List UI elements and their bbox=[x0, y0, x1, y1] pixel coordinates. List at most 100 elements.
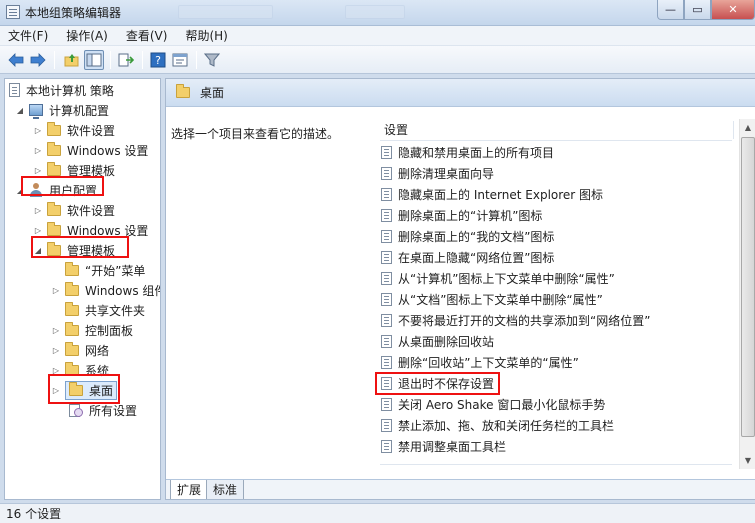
setting-row[interactable]: 隐藏桌面上的 Internet Explorer 图标 bbox=[381, 184, 603, 205]
tree-node-start-menu[interactable]: “开始”菜单 bbox=[51, 261, 145, 279]
folder-icon bbox=[176, 84, 190, 98]
folder-icon bbox=[65, 301, 79, 316]
setting-row[interactable]: 禁止添加、拖、放和关闭任务栏的工具栏 bbox=[381, 415, 614, 436]
blurred-taskbar-item bbox=[345, 5, 405, 19]
up-level-button[interactable] bbox=[62, 50, 82, 70]
tree-node-network[interactable]: ▷ 网络 bbox=[51, 341, 109, 359]
tree-node-desktop[interactable]: ▷ 桌面 bbox=[51, 380, 118, 400]
properties-button[interactable] bbox=[170, 50, 190, 70]
menu-action[interactable]: 操作(A) bbox=[64, 26, 110, 45]
tree-label: 软件设置 bbox=[67, 203, 116, 218]
forward-button[interactable] bbox=[28, 50, 48, 70]
tree-node-uc-admin[interactable]: ◢ 管理模板 bbox=[33, 241, 115, 259]
collapsed-arrow-icon[interactable]: ▷ bbox=[51, 286, 61, 295]
vertical-scrollbar[interactable]: ▲ ▼ bbox=[739, 119, 755, 469]
policy-setting-icon bbox=[381, 146, 392, 159]
setting-label: 删除桌面上的“我的文档”图标 bbox=[398, 230, 555, 244]
folder-icon bbox=[47, 221, 61, 236]
setting-row[interactable]: 从“文档”图标上下文菜单中删除“属性” bbox=[381, 289, 603, 310]
folder-icon bbox=[47, 201, 61, 216]
setting-row[interactable]: 删除桌面上的“我的文档”图标 bbox=[381, 226, 554, 247]
menu-bar: 文件(F) 操作(A) 查看(V) 帮助(H) bbox=[0, 26, 755, 46]
tree-node-system[interactable]: ▷ 系统 bbox=[51, 361, 109, 379]
collapsed-arrow-icon[interactable]: ▷ bbox=[51, 386, 61, 395]
setting-row[interactable]: 删除“回收站”上下文菜单的“属性” bbox=[381, 352, 579, 373]
description-text: 选择一个项目来查看它的描述。 bbox=[171, 127, 340, 141]
collapsed-arrow-icon[interactable]: ▷ bbox=[33, 166, 43, 175]
setting-label: 隐藏桌面上的 Internet Explorer 图标 bbox=[398, 188, 604, 202]
tree-label: 所有设置 bbox=[89, 403, 138, 418]
tree-node-control-panel[interactable]: ▷ 控制面板 bbox=[51, 321, 133, 339]
close-button[interactable]: ✕ bbox=[711, 0, 755, 20]
expanded-arrow-icon[interactable]: ◢ bbox=[33, 246, 43, 255]
expanded-arrow-icon[interactable]: ◢ bbox=[15, 106, 25, 115]
tree-node-computer-config[interactable]: ◢ 计算机配置 bbox=[15, 101, 109, 119]
show-hide-tree-button[interactable] bbox=[84, 50, 104, 70]
menu-file[interactable]: 文件(F) bbox=[6, 26, 50, 45]
tab-standard[interactable]: 标准 bbox=[206, 480, 245, 499]
policy-setting-icon bbox=[381, 419, 392, 432]
minimize-button[interactable]: — bbox=[657, 0, 684, 20]
collapsed-arrow-icon[interactable]: ▷ bbox=[33, 206, 43, 215]
setting-label: 删除“回收站”上下文菜单的“属性” bbox=[398, 356, 579, 370]
filter-button[interactable] bbox=[202, 50, 222, 70]
folder-icon bbox=[65, 341, 79, 356]
help-icon: ? bbox=[150, 52, 166, 68]
setting-row[interactable]: 禁用调整桌面工具栏 bbox=[381, 436, 506, 457]
tree-node-all-settings[interactable]: 所有设置 bbox=[69, 401, 137, 419]
tree-node-cc-admin[interactable]: ▷ 管理模板 bbox=[33, 161, 115, 179]
setting-row[interactable]: 从“计算机”图标上下文菜单中删除“属性” bbox=[381, 268, 615, 289]
folder-icon bbox=[47, 161, 61, 176]
scroll-thumb[interactable] bbox=[741, 137, 755, 437]
back-button[interactable] bbox=[6, 50, 26, 70]
setting-row[interactable]: 不要将最近打开的文档的共享添加到“网络位置” bbox=[381, 310, 650, 331]
setting-label: 删除清理桌面向导 bbox=[398, 167, 495, 181]
title-bar: 本地组策略编辑器 — ▭ ✕ bbox=[0, 0, 755, 26]
expanded-arrow-icon[interactable]: ◢ bbox=[15, 186, 25, 195]
policy-setting-icon bbox=[381, 209, 392, 222]
tree-label: 系统 bbox=[85, 363, 110, 378]
tree-node-uc-software[interactable]: ▷ 软件设置 bbox=[33, 201, 115, 219]
collapsed-arrow-icon[interactable]: ▷ bbox=[33, 146, 43, 155]
folder-icon bbox=[47, 141, 61, 156]
setting-row[interactable]: 删除桌面上的“计算机”图标 bbox=[381, 205, 542, 226]
tree-node-cc-software[interactable]: ▷ 软件设置 bbox=[33, 121, 115, 139]
collapsed-arrow-icon[interactable]: ▷ bbox=[51, 346, 61, 355]
scroll-up-icon[interactable]: ▲ bbox=[740, 119, 755, 136]
collapsed-arrow-icon[interactable]: ▷ bbox=[33, 126, 43, 135]
menu-view[interactable]: 查看(V) bbox=[124, 26, 170, 45]
setting-row[interactable]: 在桌面上隐藏“网络位置”图标 bbox=[381, 247, 554, 268]
tree-label: Windows 设置 bbox=[67, 143, 149, 158]
policy-setting-icon bbox=[381, 272, 392, 285]
setting-row[interactable]: 隐藏和禁用桌面上的所有项目 bbox=[381, 142, 554, 163]
details-pane: 桌面 选择一个项目来查看它的描述。 设置 隐藏和禁用桌面上的所有项目 删除清理桌… bbox=[165, 78, 755, 500]
column-header-setting[interactable]: 设置 bbox=[380, 119, 734, 141]
collapsed-arrow-icon[interactable]: ▷ bbox=[51, 326, 61, 335]
list-bottom-border bbox=[380, 464, 732, 465]
tree-node-shared-folders[interactable]: 共享文件夹 bbox=[51, 301, 145, 319]
settings-list: 设置 隐藏和禁用桌面上的所有项目 删除清理桌面向导 隐藏桌面上的 Interne… bbox=[372, 107, 755, 479]
menu-help[interactable]: 帮助(H) bbox=[183, 26, 229, 45]
console-tree-icon bbox=[86, 53, 102, 67]
tree-node-uc-windows[interactable]: ▷ Windows 设置 bbox=[33, 221, 148, 239]
collapsed-arrow-icon[interactable]: ▷ bbox=[33, 226, 43, 235]
tree-node-windows-components[interactable]: ▷ Windows 组件 bbox=[51, 281, 160, 299]
setting-label: 隐藏和禁用桌面上的所有项目 bbox=[398, 146, 555, 160]
help-button[interactable]: ? bbox=[148, 50, 168, 70]
details-header-title: 桌面 bbox=[200, 86, 225, 100]
toolbar-separator bbox=[142, 51, 143, 69]
setting-row[interactable]: 从桌面删除回收站 bbox=[381, 331, 494, 352]
all-settings-icon bbox=[69, 403, 83, 417]
policy-setting-icon bbox=[381, 251, 392, 264]
tree-node-user-config[interactable]: ◢ 用户配置 bbox=[15, 181, 97, 199]
export-list-button[interactable] bbox=[116, 50, 136, 70]
setting-row[interactable]: 关闭 Aero Shake 窗口最小化鼠标手势 bbox=[381, 394, 605, 415]
setting-row[interactable]: 删除清理桌面向导 bbox=[381, 163, 494, 184]
scroll-down-icon[interactable]: ▼ bbox=[740, 452, 755, 469]
collapsed-arrow-icon[interactable]: ▷ bbox=[51, 366, 61, 375]
setting-row-do-not-save-on-exit[interactable]: 退出时不保存设置 bbox=[381, 373, 494, 394]
tab-extended[interactable]: 扩展 bbox=[170, 480, 209, 499]
maximize-button[interactable]: ▭ bbox=[684, 0, 711, 20]
tree-node-cc-windows[interactable]: ▷ Windows 设置 bbox=[33, 141, 148, 159]
tree-node-local-policy[interactable]: 本地计算机 策略 bbox=[9, 81, 114, 99]
